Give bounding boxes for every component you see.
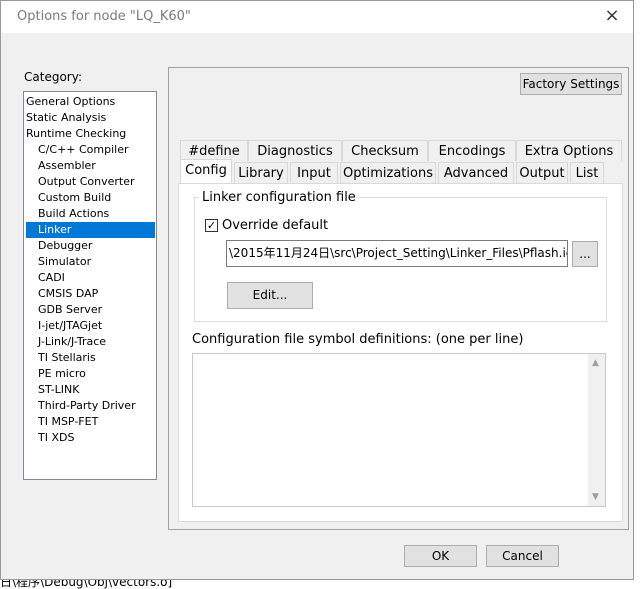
category-item[interactable]: C/C++ Compiler	[26, 142, 155, 158]
category-item[interactable]: CMSIS DAP	[26, 286, 155, 302]
checkmark-icon: ✓	[206, 219, 217, 232]
tab-diagnostics[interactable]: Diagnostics	[248, 140, 342, 161]
tab-define[interactable]: #define	[180, 140, 248, 161]
category-item[interactable]: General Options	[26, 94, 155, 110]
category-item[interactable]: ST-LINK	[26, 382, 155, 398]
category-item[interactable]: Debugger	[26, 238, 155, 254]
vertical-scrollbar[interactable]: ▲ ▼	[588, 354, 605, 506]
tab-output[interactable]: Output	[516, 162, 568, 183]
category-item[interactable]: GDB Server	[26, 302, 155, 318]
category-item[interactable]: Runtime Checking	[26, 126, 155, 142]
tab-optimizations[interactable]: Optimizations	[340, 162, 436, 183]
tab-checksum[interactable]: Checksum	[342, 140, 428, 161]
category-item[interactable]: TI Stellaris	[26, 350, 155, 366]
category-item[interactable]: Linker	[26, 222, 155, 238]
tab-advanced[interactable]: Advanced	[438, 162, 514, 183]
cancel-button[interactable]: Cancel	[486, 545, 559, 567]
symbols-label: Configuration file symbol definitions: (…	[192, 332, 524, 347]
tab-list[interactable]: List	[570, 162, 604, 183]
scroll-down-icon[interactable]: ▼	[592, 492, 599, 502]
category-item[interactable]: Output Converter	[26, 174, 155, 190]
category-item[interactable]: CADI	[26, 270, 155, 286]
tab-input[interactable]: Input	[290, 162, 338, 183]
group-title: Linker configuration file	[199, 190, 359, 205]
ok-button[interactable]: OK	[404, 545, 477, 567]
category-item[interactable]: Build Actions	[26, 206, 155, 222]
category-item[interactable]: TI XDS	[26, 430, 155, 446]
category-item[interactable]: Simulator	[26, 254, 155, 270]
linker-file-path-input[interactable]: \2015年11月24日\src\Project_Setting\Linker_…	[226, 240, 568, 267]
category-item[interactable]: J-Link/J-Trace	[26, 334, 155, 350]
factory-settings-button[interactable]: Factory Settings	[520, 73, 622, 95]
category-item[interactable]: I-jet/JTAGjet	[26, 318, 155, 334]
edit-button[interactable]: Edit...	[227, 282, 313, 309]
override-default-checkbox[interactable]: ✓	[205, 219, 218, 232]
category-item[interactable]: Assembler	[26, 158, 155, 174]
tab-encodings[interactable]: Encodings	[428, 140, 516, 161]
category-list[interactable]: General Options Static Analysis Runtime Ch…	[23, 91, 157, 480]
category-item[interactable]: Static Analysis	[26, 110, 155, 126]
category-item[interactable]: Custom Build	[26, 190, 155, 206]
category-item[interactable]: TI MSP-FET	[26, 414, 155, 430]
window-title: Options for node "LQ_K60"	[17, 9, 191, 24]
title-bar: Options for node "LQ_K60" ×	[1, 1, 633, 33]
close-icon[interactable]: ×	[601, 5, 623, 27]
override-default-label: Override default	[222, 218, 329, 233]
browse-button[interactable]: ...	[572, 241, 598, 267]
category-item[interactable]: Third-Party Driver	[26, 398, 155, 414]
symbols-textarea[interactable]: ▲ ▼	[192, 353, 606, 507]
category-label: Category:	[24, 70, 82, 84]
tab-config[interactable]: Config	[180, 159, 232, 183]
tab-extra-options[interactable]: Extra Options	[516, 140, 622, 161]
scroll-up-icon[interactable]: ▲	[592, 358, 599, 368]
tab-library[interactable]: Library	[234, 162, 288, 183]
category-item[interactable]: PE micro	[26, 366, 155, 382]
